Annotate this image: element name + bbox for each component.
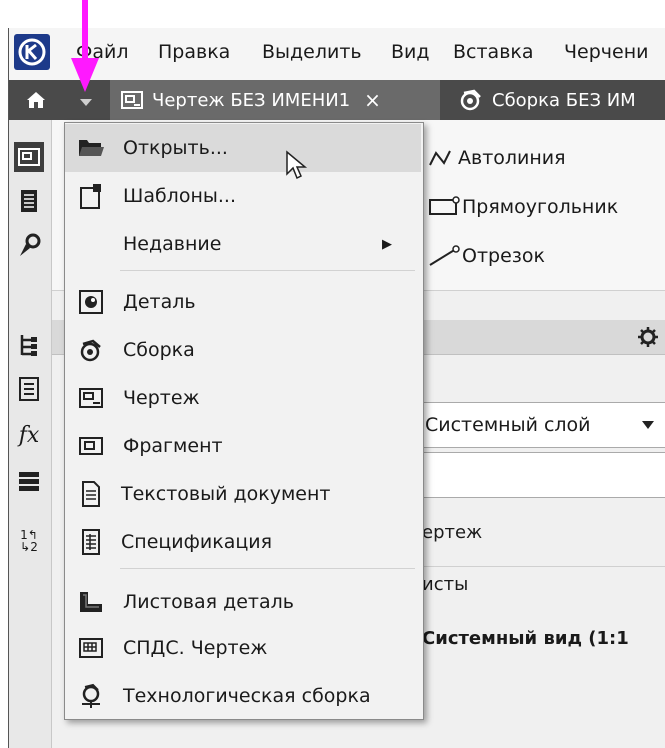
folder-open-icon — [77, 134, 105, 162]
numbering-icon[interactable]: 1↰ ↳2 — [14, 526, 44, 556]
tab-assembly[interactable]: Сборка БЕЗ ИМ — [448, 80, 665, 120]
menu-view[interactable]: Вид — [391, 41, 430, 63]
segment-label: Отрезок — [462, 245, 545, 267]
tech-assembly-icon — [77, 682, 105, 710]
menu-item-drawing[interactable]: Чертеж — [65, 374, 421, 422]
layers-icon[interactable] — [14, 466, 44, 496]
tree-icon[interactable] — [14, 330, 44, 360]
menu-item-recent-label: Недавние — [123, 233, 222, 255]
menu-separator — [120, 568, 415, 569]
drawing-mode-icon[interactable] — [14, 142, 44, 172]
menu-select[interactable]: Выделить — [262, 41, 362, 63]
menu-item-templates-label: Шаблоны... — [123, 185, 236, 207]
part-icon — [77, 288, 105, 316]
app-logo-icon[interactable] — [14, 34, 50, 70]
menu-item-fragment-label: Фрагмент — [123, 435, 223, 457]
text-document-icon — [77, 480, 105, 508]
menu-item-text-document-label: Текстовый документ — [121, 483, 331, 505]
menu-item-tech-assembly[interactable]: Технологическая сборка — [65, 672, 421, 720]
tab-close-icon[interactable]: × — [364, 88, 381, 112]
menu-separator — [120, 270, 415, 271]
menu-item-specification[interactable]: Спецификация — [65, 518, 421, 566]
variables-icon[interactable]: fx — [14, 420, 44, 450]
menu-insert[interactable]: Вставка — [453, 41, 534, 63]
menu-item-sheet-metal-label: Листовая деталь — [123, 591, 294, 613]
annotation-arrow-icon — [70, 0, 100, 96]
specification-icon — [77, 528, 105, 556]
menu-item-assembly-label: Сборка — [123, 339, 195, 361]
layer-select-value: Системный слой — [425, 414, 591, 436]
autoline-label: Автолиния — [458, 147, 566, 169]
tab-assembly-label: Сборка БЕЗ ИМ — [492, 89, 636, 111]
spds-drawing-icon — [77, 634, 105, 662]
home-icon[interactable] — [24, 88, 48, 112]
tool-icon[interactable] — [14, 230, 44, 260]
segment-button[interactable]: Отрезок — [426, 243, 545, 269]
tab-drawing-label: Чертеж БЕЗ ИМЕНИ1 — [152, 89, 351, 111]
menu-item-part-label: Деталь — [123, 291, 196, 313]
menu-edit[interactable]: Правка — [158, 41, 230, 63]
drawing-icon — [77, 384, 105, 412]
gear-icon[interactable] — [636, 325, 660, 349]
document-icon[interactable] — [14, 186, 44, 216]
submenu-arrow-icon: ▶ — [382, 236, 392, 252]
tree-item-sheets[interactable]: исты — [422, 574, 468, 595]
rectangle-label: Прямоугольник — [462, 196, 619, 218]
menu-item-spds-drawing[interactable]: СПДС. Чертеж — [65, 624, 421, 672]
menu-item-specification-label: Спецификация — [121, 531, 273, 553]
menu-item-templates[interactable]: Шаблоны... — [65, 172, 421, 220]
menu-item-part[interactable]: Деталь — [65, 278, 421, 326]
menu-item-fragment[interactable]: Фрагмент — [65, 422, 421, 470]
menu-item-tech-assembly-label: Технологическая сборка — [123, 685, 371, 707]
menu-drawing[interactable]: Черчени — [564, 41, 648, 63]
autoline-button[interactable]: Автолиния — [426, 145, 566, 171]
tree-item-system-view[interactable]: Системный вид (1:1 — [422, 628, 629, 649]
menu-item-open-label: Открыть... — [123, 137, 228, 159]
fragment-icon — [77, 432, 105, 460]
menu-item-text-document[interactable]: Текстовый документ — [65, 470, 421, 518]
menu-item-recent[interactable]: Недавние ▶ — [65, 220, 421, 268]
menu-item-assembly[interactable]: Сборка — [65, 326, 421, 374]
menu-item-open[interactable]: Открыть... — [65, 124, 421, 172]
menu-item-drawing-label: Чертеж — [123, 387, 200, 409]
tree-item-drawing[interactable]: ертеж — [422, 522, 482, 543]
menu-item-spds-drawing-label: СПДС. Чертеж — [123, 637, 268, 659]
sheet-metal-icon — [77, 588, 105, 616]
assembly-icon — [77, 336, 105, 364]
properties-icon[interactable] — [14, 374, 44, 404]
tree-divider — [410, 566, 665, 567]
menu-item-sheet-metal[interactable]: Листовая деталь — [65, 578, 421, 626]
new-document-dropdown-icon[interactable] — [76, 94, 96, 108]
tab-drawing[interactable]: Чертеж БЕЗ ИМЕНИ1 × — [110, 80, 440, 120]
rectangle-button[interactable]: Прямоугольник — [426, 194, 618, 220]
template-icon — [77, 182, 105, 210]
